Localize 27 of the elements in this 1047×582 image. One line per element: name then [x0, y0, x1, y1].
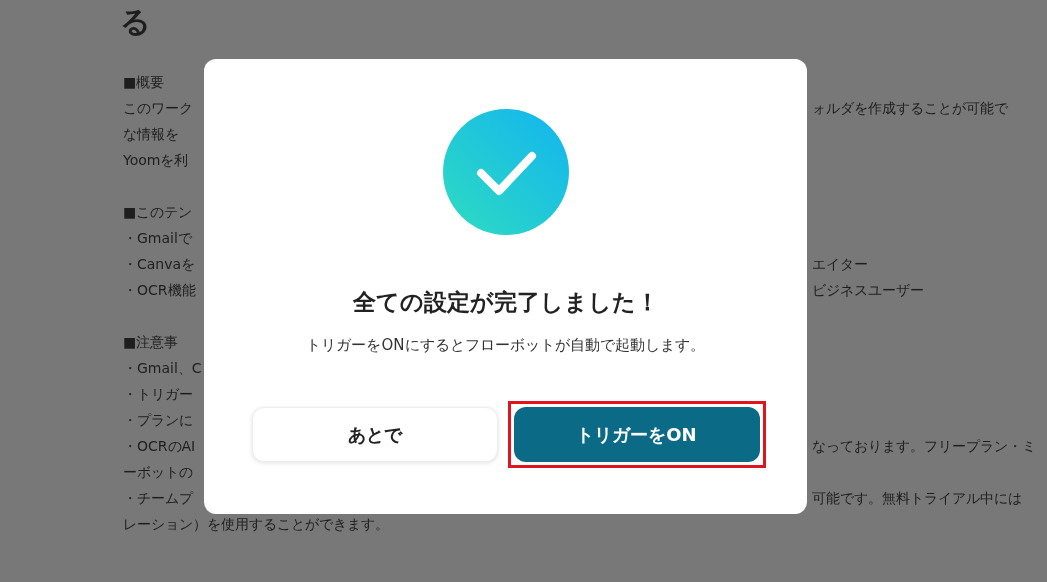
description-text: ビジネスユーザー	[812, 282, 924, 298]
description-text: ・Gmailで	[123, 230, 192, 246]
description-text: ・トリガー	[123, 386, 193, 402]
description-text: エイター	[812, 256, 868, 272]
description-text: ・Gmail、C	[123, 360, 202, 376]
description-text: ォルダを作成することが可能で	[812, 100, 1008, 116]
later-button[interactable]: あとで	[251, 407, 498, 462]
description-text: な情報を	[123, 126, 179, 142]
description-text: レーション）を使用することができます。	[123, 516, 389, 532]
dialog-title: 全ての設定が完了しました！	[352, 288, 659, 317]
description-text: ・チームプ	[123, 490, 193, 506]
description-text: ・Canvaを	[123, 256, 196, 272]
description-text: ・OCRのAI	[123, 438, 196, 454]
description-text: Yoomを利	[123, 152, 189, 168]
description-text: ■このテン	[123, 204, 193, 220]
trigger-on-button[interactable]: トリガーをON	[513, 407, 760, 462]
description-text: ーボットの	[123, 464, 193, 480]
dialog-message: トリガーをONにするとフローボットが自動で起動します。	[306, 336, 705, 355]
check-circle-icon	[442, 109, 569, 235]
description-text: ・OCR機能	[123, 282, 196, 298]
description-text: 可能です。無料トライアル中には	[812, 490, 1022, 506]
description-text: ■注意事	[123, 334, 179, 350]
description-text: ■概要	[123, 74, 165, 90]
description-text: このワーク	[123, 100, 193, 116]
description-text: ・プランに	[123, 412, 193, 428]
description-text: なっております。フリープラン・ミ	[812, 438, 1036, 454]
page-heading: る	[120, 3, 151, 41]
